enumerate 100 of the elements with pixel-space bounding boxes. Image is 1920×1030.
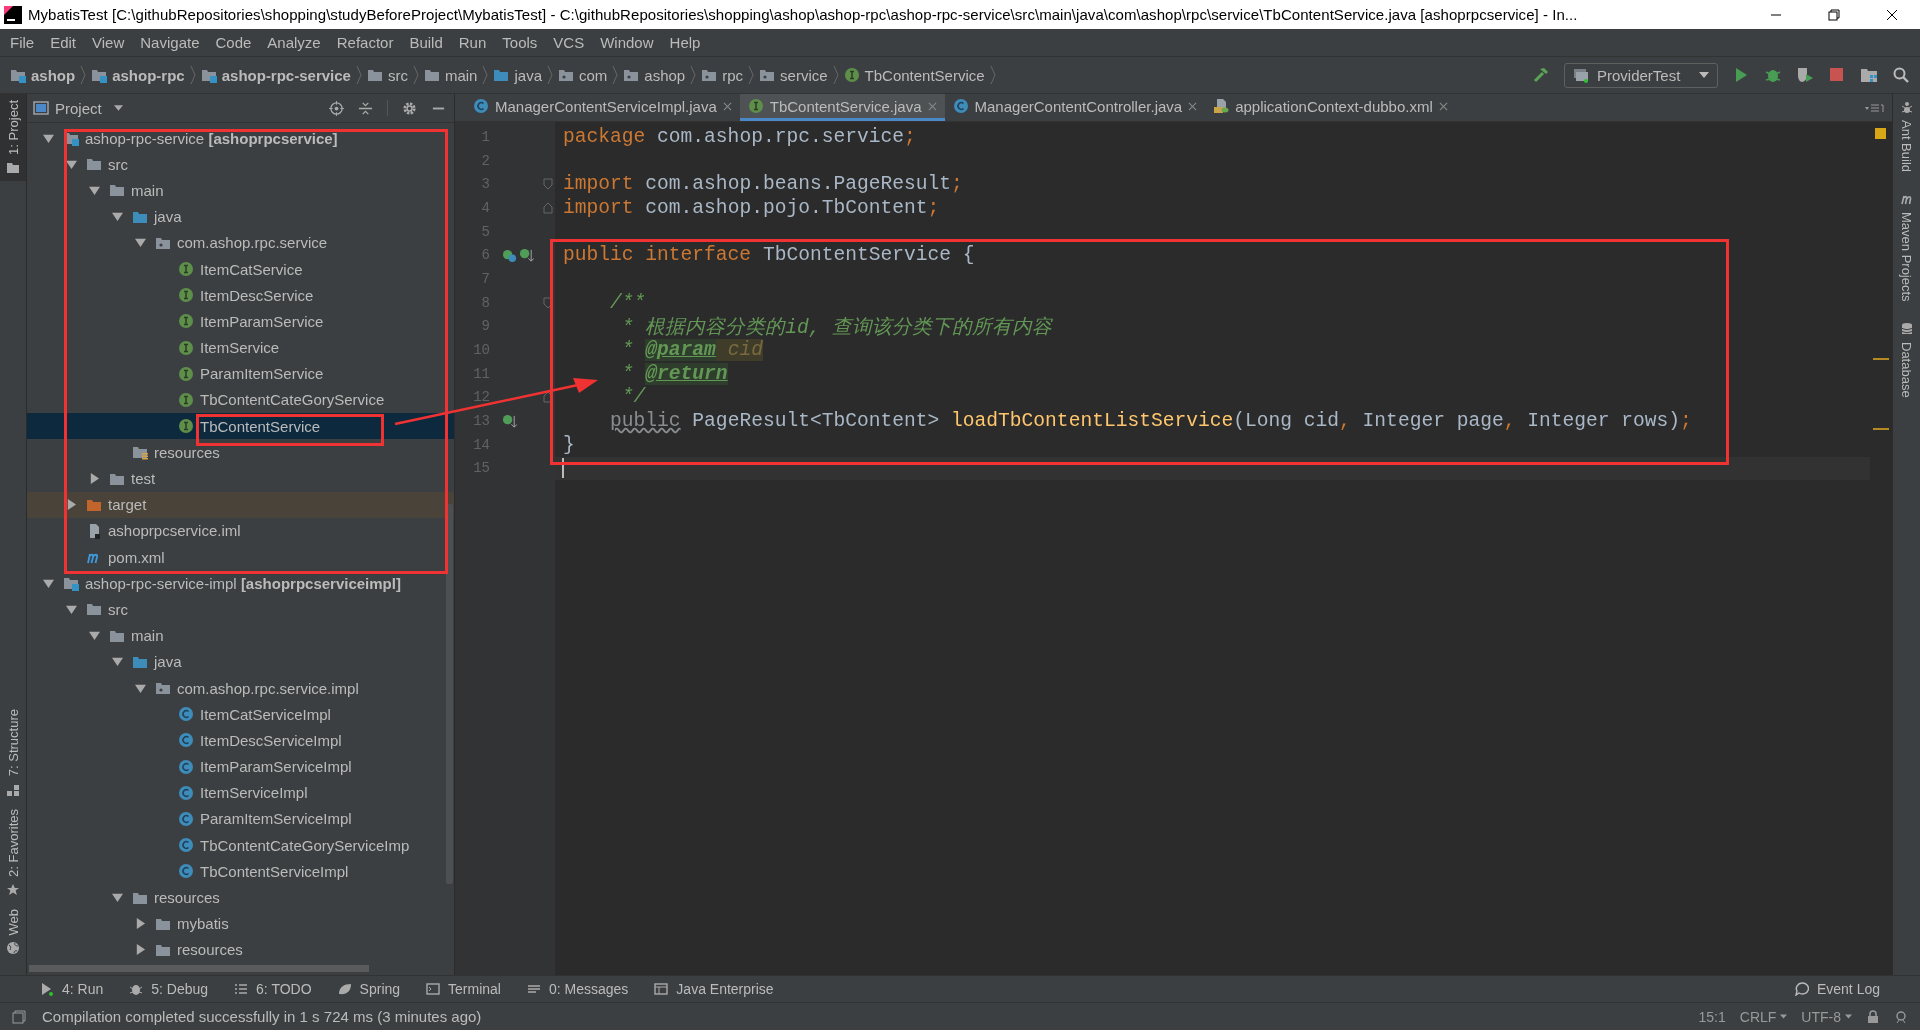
folder-grid-icon[interactable] [1860,66,1878,84]
editor-tab[interactable]: ManagerContentController.java [944,94,1206,121]
tree-item[interactable]: java [27,203,454,230]
tree-item[interactable]: ashop-rpc-service-impl [ashoprpcserviceimpl] [27,570,454,597]
tree-item[interactable]: ItemCatServiceImpl [27,701,454,728]
menu-item[interactable]: Build [401,34,451,51]
tool-window-button[interactable]: 5: Debug [129,981,209,997]
tree-item[interactable]: ParamItemServiceImpl [27,805,454,833]
expanded-arrow-icon[interactable] [111,892,123,904]
tree-item[interactable]: java [27,648,454,675]
tree-item[interactable]: TbContentCateGoryService [27,386,454,414]
fold-marker-icon[interactable] [542,178,553,191]
tree-item[interactable]: target [27,491,454,518]
marker-line[interactable] [1873,428,1889,430]
menu-item[interactable]: VCS [545,34,593,51]
implemented-icon[interactable] [502,247,517,263]
expanded-arrow-icon[interactable] [134,237,146,249]
crosshair-icon[interactable] [329,100,344,116]
tree-item[interactable]: resources [27,936,454,963]
tree-item[interactable]: src [27,151,454,178]
marker-line[interactable] [1873,358,1889,360]
tree-item[interactable]: pom.xml [27,544,454,571]
caret-position[interactable]: 15:1 [1698,1008,1726,1025]
breadcrumb[interactable]: ashop-rpc [91,66,185,84]
tree-item[interactable]: src [27,596,454,623]
run-config-dropdown[interactable]: ProviderTest [1564,62,1718,88]
menu-item[interactable]: Run [450,34,495,51]
tree-item[interactable]: ItemServiceImpl [27,779,454,806]
tree-item[interactable]: TbContentServiceImpl [27,858,454,885]
editor-tab[interactable]: applicationContext-dubbo.xml [1205,94,1456,121]
collapsed-arrow-icon[interactable] [134,918,146,930]
tool-window-button[interactable]: 6: TODO [234,981,312,997]
inspector-icon[interactable] [1894,1009,1908,1024]
breadcrumb[interactable]: ashop-rpc-service [200,66,351,84]
tree-item[interactable]: ashop-rpc-service [ashoprpcservice] [27,125,454,152]
tool-window-tab[interactable]: Ant Build [1899,100,1914,173]
tree-item[interactable]: ItemCatService [27,255,454,283]
tree-item[interactable]: ItemDescServiceImpl [27,727,454,754]
tree-item[interactable]: ItemParamService [27,308,454,335]
menu-item[interactable]: View [84,34,133,51]
tool-window-button[interactable]: Java Enterprise [654,981,774,997]
tab-list-icon[interactable] [1864,101,1884,114]
collapsed-arrow-icon[interactable] [88,473,100,485]
expanded-arrow-icon[interactable] [111,656,123,668]
expanded-arrow-icon[interactable] [111,211,123,223]
tree-item[interactable]: com.ashop.rpc.service [27,229,454,256]
breadcrumb[interactable]: ashop [10,66,76,84]
tool-window-tab[interactable]: Web [0,902,26,961]
tree-item[interactable]: main [27,622,454,649]
settings-icon[interactable] [402,100,417,116]
tree-item[interactable]: TbContentService [27,413,454,440]
fold-marker-icon[interactable] [542,391,553,404]
collapsed-arrow-icon[interactable] [134,944,146,956]
breadcrumb[interactable]: main [423,66,478,84]
event-log-button[interactable]: Event Log [1794,981,1880,997]
search-icon[interactable] [1892,66,1910,84]
encoding-dropdown[interactable]: UTF-8 [1801,1008,1852,1025]
stop-icon[interactable] [1828,66,1846,84]
tree-item[interactable]: resources [27,439,454,466]
breadcrumb[interactable]: service [759,66,828,84]
menu-item[interactable]: Help [661,34,709,51]
scrollbar-thumb[interactable] [29,965,369,972]
menu-item[interactable]: Tools [494,34,546,51]
tree-item[interactable]: mybatis [27,910,454,937]
tree-item[interactable]: ItemService [27,334,454,361]
expanded-arrow-icon[interactable] [65,603,77,615]
warning-marker[interactable] [1875,128,1886,139]
menu-item[interactable]: Refactor [328,34,402,51]
restore-icon[interactable] [1828,8,1840,21]
expanded-arrow-icon[interactable] [88,184,100,196]
tool-window-tab[interactable]: 2: Favorites [0,802,26,903]
tool-window-button[interactable]: 0: Messages [526,981,629,997]
tool-window-tab[interactable]: Maven Projects [1899,192,1914,302]
tool-window-tab[interactable]: 1: Project [0,94,26,181]
fold-marker-icon[interactable] [542,201,553,214]
tree-item[interactable]: ParamItemService [27,360,454,387]
menu-item[interactable]: File [2,34,43,51]
tree-item[interactable]: com.ashop.rpc.service.impl [27,674,454,702]
collapsed-arrow-icon[interactable] [65,499,77,511]
menu-item[interactable]: Window [592,34,662,51]
breadcrumb[interactable]: ashop [623,66,686,84]
tree-item[interactable]: ItemDescService [27,282,454,309]
breadcrumb[interactable]: rpc [701,66,744,84]
tree-item[interactable]: main [27,177,454,204]
expanded-arrow-icon[interactable] [65,158,77,170]
tool-window-tab[interactable]: 7: Structure [0,703,26,803]
tool-window-button[interactable]: Spring [337,981,401,997]
breadcrumb[interactable]: com [558,66,608,84]
expanded-arrow-icon[interactable] [134,682,146,694]
tree-item[interactable]: ItemParamServiceImpl [27,753,454,780]
breadcrumb[interactable]: TbContentService [843,66,985,84]
tree-item[interactable]: resources [27,884,454,911]
menu-item[interactable]: Analyze [259,34,329,51]
tool-window-button[interactable]: Terminal [426,981,501,997]
expanded-arrow-icon[interactable] [42,132,54,144]
lock-icon[interactable] [1866,1009,1880,1024]
line-separator-dropdown[interactable]: CRLF [1739,1008,1788,1025]
close-icon[interactable] [1886,8,1898,21]
collapse-icon[interactable] [358,100,373,116]
menu-item[interactable]: Code [207,34,260,51]
